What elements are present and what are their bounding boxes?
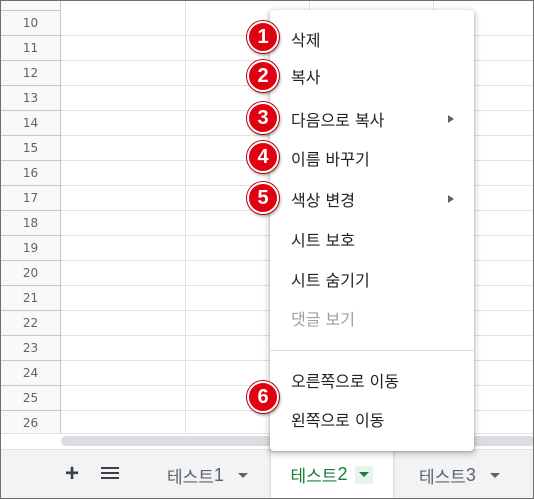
menu-item-rename[interactable]: 이름 바꾸기 bbox=[270, 140, 474, 176]
add-sheet-button[interactable]: + bbox=[59, 460, 85, 488]
menu-item-label: 시트 숨기기 bbox=[291, 271, 370, 290]
chevron-down-icon[interactable] bbox=[237, 473, 248, 478]
menu-item-move-right[interactable]: 오른쪽으로 이동 bbox=[270, 362, 474, 398]
row-header[interactable]: 25 bbox=[1, 386, 61, 411]
sheet-tab-number: 3 bbox=[465, 465, 476, 485]
row-header[interactable]: 24 bbox=[1, 361, 61, 386]
menu-item-delete[interactable]: 삭제 bbox=[270, 21, 474, 57]
menu-item-protect-sheet[interactable]: 시트 보호 bbox=[270, 221, 474, 257]
row-header[interactable]: 23 bbox=[1, 336, 61, 361]
sheet-tab-label: 테스트 bbox=[290, 467, 338, 487]
row-header[interactable] bbox=[1, 1, 61, 11]
row-header[interactable]: 10 bbox=[1, 11, 61, 36]
menu-item-copy-to[interactable]: 다음으로 복사 bbox=[270, 101, 474, 137]
menu-item-label: 이름 바꾸기 bbox=[291, 150, 370, 169]
row-header[interactable]: 16 bbox=[1, 161, 61, 186]
row-header[interactable]: 12 bbox=[1, 61, 61, 86]
row-header[interactable]: 18 bbox=[1, 211, 61, 236]
menu-divider bbox=[270, 350, 474, 351]
menu-item-label: 복사 bbox=[291, 68, 321, 87]
row-header[interactable]: 22 bbox=[1, 311, 61, 336]
annotation-badge-5: 5 bbox=[247, 182, 279, 214]
sheet-tab-label: 테스트 bbox=[167, 468, 214, 488]
sheet-tab-3[interactable]: 테스트 3 bbox=[419, 450, 500, 498]
submenu-arrow-icon bbox=[448, 195, 454, 203]
menu-item-label: 다음으로 복사 bbox=[291, 111, 385, 130]
menu-item-label: 시트 보호 bbox=[291, 231, 355, 250]
row-header[interactable]: 26 bbox=[1, 411, 61, 435]
annotation-badge-1: 1 bbox=[247, 21, 279, 53]
row-header[interactable]: 21 bbox=[1, 286, 61, 311]
menu-item-view-comments: 댓글 보기 bbox=[270, 300, 474, 336]
annotation-badge-4: 4 bbox=[247, 141, 279, 173]
row-header[interactable]: 19 bbox=[1, 236, 61, 261]
sheet-tab-label: 테스트 bbox=[419, 468, 466, 488]
submenu-arrow-icon bbox=[448, 115, 454, 123]
sheet-tab-bar: + 테스트 1 테스트 2 테스트 3 bbox=[1, 448, 533, 498]
menu-item-label: 삭제 bbox=[291, 31, 321, 50]
spreadsheet-window: 10 11 12 13 14 15 16 17 18 19 20 21 22 2… bbox=[0, 0, 534, 499]
row-header[interactable]: 20 bbox=[1, 261, 61, 286]
row-header[interactable]: 15 bbox=[1, 136, 61, 161]
menu-item-hide-sheet[interactable]: 시트 숨기기 bbox=[270, 261, 474, 297]
all-sheets-menu-icon[interactable] bbox=[101, 467, 119, 481]
menu-item-label: 댓글 보기 bbox=[291, 310, 355, 329]
sheet-context-menu: 삭제 복사 다음으로 복사 이름 바꾸기 색상 변경 시트 보호 시트 숨기기 … bbox=[270, 10, 474, 451]
row-header[interactable]: 11 bbox=[1, 36, 61, 61]
menu-item-label: 오른쪽으로 이동 bbox=[291, 372, 400, 391]
menu-item-change-color[interactable]: 색상 변경 bbox=[270, 181, 474, 217]
menu-item-label: 왼쪽으로 이동 bbox=[291, 411, 385, 430]
menu-item-move-left[interactable]: 왼쪽으로 이동 bbox=[270, 401, 474, 437]
sheet-tab-1[interactable]: 테스트 1 bbox=[167, 450, 248, 498]
sheet-tab-number: 2 bbox=[337, 464, 348, 484]
annotation-badge-3: 3 bbox=[247, 102, 279, 134]
row-header[interactable]: 13 bbox=[1, 86, 61, 111]
sheet-tab-number: 1 bbox=[213, 465, 224, 485]
menu-item-duplicate[interactable]: 복사 bbox=[270, 58, 474, 94]
row-header[interactable]: 14 bbox=[1, 111, 61, 136]
annotation-badge-2: 2 bbox=[247, 60, 279, 92]
menu-item-label: 색상 변경 bbox=[291, 191, 355, 210]
chevron-down-icon[interactable] bbox=[489, 473, 500, 478]
chevron-down-icon[interactable] bbox=[355, 465, 374, 484]
annotation-badge-6: 6 bbox=[247, 381, 279, 413]
sheet-tab-2-active[interactable]: 테스트 2 bbox=[271, 448, 393, 498]
row-header[interactable]: 17 bbox=[1, 186, 61, 211]
